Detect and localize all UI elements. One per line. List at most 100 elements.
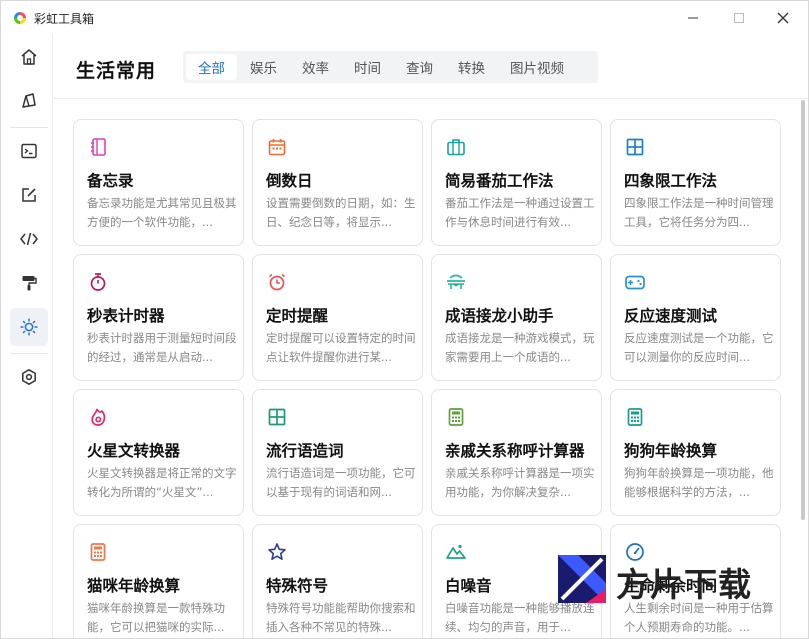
tool-title: 猫咪年龄换算 [87, 577, 181, 595]
tool-card-pomodoro[interactable]: 简易番茄工作法 番茄工作法是一种通过设置工作与休息时间进行有效... [431, 119, 602, 246]
tool-card-reminder[interactable]: 定时提醒 定时提醒可以设置特定的时间点让软件提醒你进行某... [252, 254, 423, 381]
paint-roller-icon [22, 276, 37, 291]
tab-convert[interactable]: 转换 [446, 54, 497, 80]
tab-time[interactable]: 时间 [342, 54, 393, 80]
sun-icon [20, 318, 38, 336]
tool-card-reaction[interactable]: 反应速度测试 反应速度测试是一个功能，它可以测量你的反应时间... [610, 254, 781, 381]
tool-card-dog-age[interactable]: 狗狗年龄换算 狗狗年龄换算是一项功能，他能够根据科学的方法，... [610, 389, 781, 516]
tool-description: 四象限工作法是一种时间管理工具，它将任务分为四... [624, 196, 774, 229]
tool-card-idiom[interactable]: 成语接龙小助手 成语接龙是一种游戏模式，玩家需要用上一个成语的... [431, 254, 602, 381]
content-scrollbar[interactable] [800, 100, 806, 638]
tool-description: 设置需要倒数的日期，如：生日、纪念日等，将显示... [266, 196, 416, 229]
tool-description: 定时提醒可以设置特定的时间点让软件提醒你进行某... [266, 331, 416, 364]
tool-card-martian-text[interactable]: 火星文转换器 火星文转换器是将正常的文字转化为所谓的“火星文”... [73, 389, 244, 516]
calculator-icon [445, 406, 467, 428]
app-logo-icon [14, 12, 26, 24]
tool-title: 狗狗年龄换算 [624, 442, 718, 460]
grid-icon [624, 136, 646, 158]
close-icon [777, 12, 789, 24]
tool-card-buzzwords[interactable]: 流行语造词 流行语造词是一项功能，它可以基于现有的词语和网... [252, 389, 423, 516]
tool-description: 白噪音功能是一种能够播放连续、均匀的声音，用于... [445, 601, 595, 634]
tab-efficiency[interactable]: 效率 [290, 54, 341, 80]
maximize-button[interactable] [716, 1, 762, 35]
notebook-icon [87, 136, 109, 158]
tool-grid: 备忘录 备忘录功能是尤其常见且极其方便的一个软件功能，... 倒数日 设置需要倒… [54, 100, 800, 638]
tool-description: 反应速度测试是一个功能，它可以测量你的反应时间... [624, 331, 774, 364]
bridge-icon [445, 271, 467, 293]
tool-description: 人生剩余时间是一种用于估算个人预期寿命的功能。... [624, 601, 774, 634]
calendar-icon [266, 136, 288, 158]
sidebar-item-terminal[interactable] [10, 132, 48, 170]
tool-title: 特殊符号 [266, 577, 329, 595]
page-title: 生活常用 [76, 60, 157, 82]
tool-description: 狗狗年龄换算是一项功能，他能够根据科学的方法，... [624, 466, 774, 499]
sidebar-separator [10, 353, 48, 354]
maximize-icon [734, 13, 744, 23]
flame-icon [87, 406, 109, 428]
stopwatch-icon [87, 271, 109, 293]
tool-title: 反应速度测试 [624, 307, 718, 325]
sidebar-item-life[interactable] [10, 308, 48, 346]
category-tabs: 全部 娱乐 效率 时间 查询 转换 图片视频 [183, 51, 598, 83]
minimize-icon [688, 17, 698, 19]
tool-card-cat-age[interactable]: 猫咪年龄换算 猫咪年龄换算是一款特殊功能，它可以把猫咪的实际... [73, 524, 244, 638]
tool-title: 亲戚关系称呼计算器 [445, 442, 585, 460]
tool-card-symbols[interactable]: 特殊符号 特殊符号功能能帮助你搜索和插入各种不常见的特殊... [252, 524, 423, 638]
tool-title: 火星文转换器 [87, 442, 181, 460]
tab-image-video[interactable]: 图片视频 [498, 54, 576, 80]
edit-icon [22, 188, 36, 202]
calculator-icon [87, 541, 109, 563]
tool-description: 特殊符号功能能帮助你搜索和插入各种不常见的特殊... [266, 601, 416, 634]
gauge-icon [624, 541, 646, 563]
close-button[interactable] [760, 1, 806, 35]
grid-icon [266, 406, 288, 428]
sidebar-item-settings[interactable] [10, 358, 48, 396]
star-icon [266, 541, 288, 563]
tool-title: 流行语造词 [266, 442, 344, 460]
header: 生活常用 全部 娱乐 效率 时间 查询 转换 图片视频 [54, 35, 808, 99]
tool-title: 定时提醒 [266, 307, 329, 325]
tool-card-memo[interactable]: 备忘录 备忘录功能是尤其常见且极其方便的一个软件功能，... [73, 119, 244, 246]
bookmark-icon [22, 93, 36, 108]
tool-description: 备忘录功能是尤其常见且极其方便的一个软件功能，... [87, 196, 237, 229]
tool-title: 备忘录 [87, 172, 134, 190]
home-icon [21, 49, 37, 65]
minimize-button[interactable] [670, 1, 716, 35]
tool-card-countdown[interactable]: 倒数日 设置需要倒数的日期，如：生日、纪念日等，将显示... [252, 119, 423, 246]
code-icon [20, 232, 38, 246]
tool-card-relatives[interactable]: 亲戚关系称呼计算器 亲戚关系称呼计算器是一项实用功能，为你解决复杂... [431, 389, 602, 516]
settings-icon [22, 369, 36, 385]
scrollbar-thumb[interactable] [801, 100, 805, 520]
tool-card-stopwatch[interactable]: 秒表计时器 秒表计时器用于测量短时间段的经过，通常是从启动... [73, 254, 244, 381]
tool-description: 番茄工作法是一种通过设置工作与休息时间进行有效... [445, 196, 595, 229]
tool-description: 秒表计时器用于测量短时间段的经过，通常是从启动... [87, 331, 237, 364]
alarm-icon [266, 271, 288, 293]
sidebar-item-paint[interactable] [10, 264, 48, 302]
tool-description: 火星文转换器是将正常的文字转化为所谓的“火星文”... [87, 466, 237, 499]
tool-card-white-noise[interactable]: 白噪音 白噪音功能是一种能够播放连续、均匀的声音，用于... [431, 524, 602, 638]
briefcase-icon [445, 136, 467, 158]
terminal-icon [21, 143, 37, 159]
tool-card-life-remaining[interactable]: 生命剩余时间 人生剩余时间是一种用于估算个人预期寿命的功能。... [610, 524, 781, 638]
calculator-icon [624, 406, 646, 428]
sidebar-item-code[interactable] [10, 220, 48, 258]
app-title: 彩虹工具箱 [34, 12, 95, 26]
tool-title: 成语接龙小助手 [445, 307, 554, 325]
tool-title: 四象限工作法 [624, 172, 718, 190]
tool-description: 亲戚关系称呼计算器是一项实用功能，为你解决复杂... [445, 466, 595, 499]
tab-all[interactable]: 全部 [186, 54, 237, 80]
tool-title: 秒表计时器 [87, 307, 165, 325]
sidebar-item-bookmark[interactable] [10, 82, 48, 120]
tool-title: 生命剩余时间 [624, 577, 718, 595]
sidebar [1, 35, 53, 638]
tool-card-quadrant[interactable]: 四象限工作法 四象限工作法是一种时间管理工具，它将任务分为四... [610, 119, 781, 246]
tool-title: 白噪音 [445, 577, 492, 595]
app-window: 彩虹工具箱 生活常用 全部 娱乐 效率 时间 查询 转换 图片视频 备忘录 备忘… [0, 0, 809, 639]
sidebar-separator [10, 127, 48, 128]
sidebar-item-home[interactable] [10, 38, 48, 76]
mountain-icon [445, 541, 467, 563]
sidebar-item-edit[interactable] [10, 176, 48, 214]
tab-entertainment[interactable]: 娱乐 [238, 54, 289, 80]
tab-query[interactable]: 查询 [394, 54, 445, 80]
tool-description: 流行语造词是一项功能，它可以基于现有的词语和网... [266, 466, 416, 499]
